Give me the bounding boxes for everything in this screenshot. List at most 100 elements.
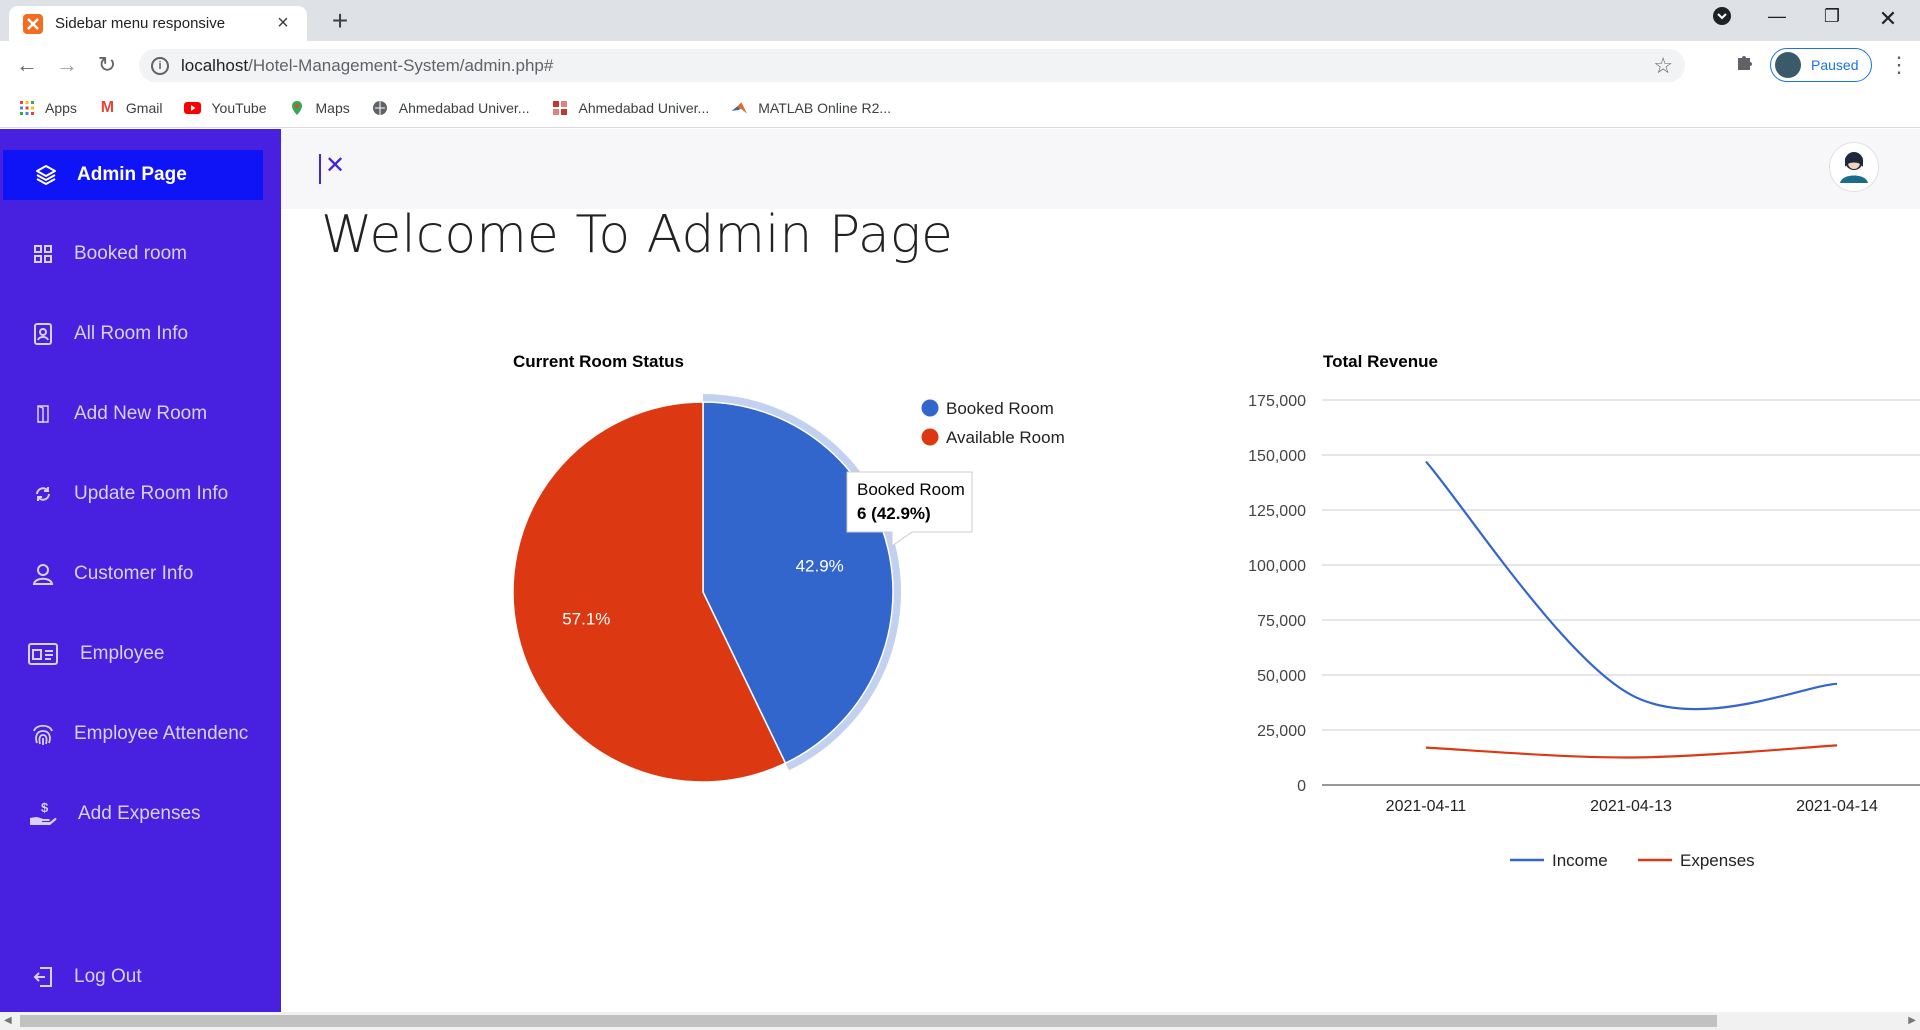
y-tick-label: 125,000 — [1248, 503, 1306, 520]
scroll-right-icon[interactable]: ▶ — [1908, 1015, 1916, 1026]
sidebar-item-admin-page[interactable]: Admin Page — [3, 150, 263, 200]
profile-status: Paused — [1811, 57, 1859, 73]
refresh-icon — [28, 485, 58, 503]
forward-icon[interactable]: → — [53, 51, 81, 79]
layers-icon — [31, 163, 61, 187]
youtube-icon — [184, 99, 202, 116]
new-tab-button[interactable]: + — [325, 6, 355, 36]
tab-title: Sidebar menu responsive — [55, 15, 226, 32]
sidebar-item-add-new-room[interactable]: Add New Room — [0, 389, 260, 439]
bookmark-ahmedabad-1[interactable]: Ahmedabad Univer... — [372, 99, 529, 116]
main-topbar: ✕ — [281, 129, 1920, 209]
bookmark-maps[interactable]: Maps — [289, 99, 350, 116]
sidebar-item-all-room-info[interactable]: All Room Info — [0, 309, 260, 359]
x-tick-label: 2021-04-13 — [1590, 798, 1672, 815]
bookmark-youtube[interactable]: YouTube — [184, 99, 267, 116]
hand-money-icon: $ — [28, 801, 58, 827]
fingerprint-icon — [28, 721, 58, 747]
series-line — [1425, 460, 1838, 711]
legend-marker — [921, 428, 939, 446]
restore-icon[interactable]: ❐ — [1812, 6, 1852, 27]
door-icon — [28, 404, 58, 424]
legend-label: Expenses — [1680, 851, 1755, 870]
url-path: /Hotel-Management-System/admin.php# — [248, 55, 554, 75]
tooltip-value: 6 (42.9%) — [857, 504, 931, 523]
pie-chart-title: Current Room Status — [513, 352, 684, 371]
line-chart-title: Total Revenue — [1323, 352, 1438, 371]
browser-toolbar: ← → ↻ i localhost/Hotel-Management-Syste… — [0, 41, 1920, 88]
sidebar-item-employee-attendance[interactable]: Employee Attendenc — [0, 709, 260, 759]
series-line — [1425, 744, 1838, 759]
sidebar: Admin Page Booked room All Room Info Add… — [0, 129, 281, 1012]
y-tick-label: 150,000 — [1248, 448, 1306, 465]
maps-icon — [289, 99, 306, 116]
y-tick-label: 100,000 — [1248, 558, 1306, 575]
bookmark-label: YouTube — [211, 99, 267, 116]
sidebar-item-employee[interactable]: Employee — [0, 629, 260, 679]
matlab-icon — [731, 99, 748, 116]
sidebar-item-customer-info[interactable]: Customer Info — [0, 549, 260, 599]
y-tick-label: 25,000 — [1257, 723, 1306, 740]
tab-close-icon[interactable]: × — [273, 12, 293, 35]
admin-avatar[interactable] — [1829, 142, 1879, 192]
sidebar-item-label: Update Room Info — [74, 483, 229, 504]
y-tick-label: 75,000 — [1257, 613, 1306, 630]
revenue-line-chart[interactable]: 0 25,000 50,000 75,000 100,000 125,000 150,000… — [1220, 380, 1920, 880]
extensions-puzzle-icon[interactable] — [1735, 52, 1755, 78]
profile-button[interactable]: Paused — [1770, 48, 1872, 82]
toggle-divider — [319, 154, 321, 184]
scrollbar-thumb[interactable] — [20, 1015, 1717, 1027]
pie-slice-label: 42.9% — [796, 556, 844, 575]
bookmark-label: MATLAB Online R2... — [758, 99, 892, 116]
bookmark-apps[interactable]: Apps — [18, 99, 77, 116]
user-icon — [28, 562, 58, 586]
bookmark-label: Maps — [315, 99, 350, 116]
reload-icon[interactable]: ↻ — [93, 51, 121, 79]
sidebar-item-label: All Room Info — [74, 323, 189, 344]
bookmark-gmail[interactable]: M Gmail — [99, 99, 163, 116]
sidebar-item-add-expenses[interactable]: $ Add Expenses — [0, 789, 260, 839]
bookmark-label: Apps — [45, 99, 77, 116]
sidebar-item-update-room-info[interactable]: Update Room Info — [0, 469, 260, 519]
room-status-pie-chart[interactable]: 42.9% 57.1% Booked Room Available Room Booke… — [500, 380, 1120, 800]
university-icon — [551, 99, 568, 116]
globe-icon — [372, 99, 389, 116]
horizontal-scrollbar[interactable]: ◀ ▶ — [0, 1012, 1920, 1030]
y-tick-label: 50,000 — [1257, 668, 1306, 685]
browser-tab[interactable]: Sidebar menu responsive × — [9, 6, 307, 41]
sidebar-toggle-close-icon[interactable]: ✕ — [325, 151, 345, 180]
site-info-icon[interactable]: i — [151, 56, 169, 75]
y-tick-label: 175,000 — [1248, 393, 1306, 410]
bookmark-matlab[interactable]: MATLAB Online R2... — [731, 99, 891, 116]
scroll-left-icon[interactable]: ◀ — [4, 1015, 12, 1026]
legend-marker — [921, 399, 939, 417]
id-card-icon — [28, 643, 58, 665]
sidebar-item-label: Employee Attendenc — [74, 723, 249, 744]
browser-tab-strip: Sidebar menu responsive × + — ❐ ✕ — [0, 0, 1920, 41]
logout-button[interactable]: Log Out — [0, 952, 260, 1002]
bookmarks-bar: Apps M Gmail YouTube Maps Ahmedabad Univ… — [0, 88, 1920, 128]
bookmark-label: Gmail — [125, 99, 163, 116]
bookmark-star-icon[interactable]: ☆ — [1653, 53, 1673, 79]
x-tick-label: 2021-04-11 — [1386, 798, 1467, 815]
sidebar-item-label: Employee — [80, 643, 165, 664]
svg-text:$: $ — [41, 801, 49, 815]
address-bar[interactable]: i localhost/Hotel-Management-System/admi… — [139, 49, 1685, 82]
apps-grid-icon — [18, 99, 35, 116]
bookmark-ahmedabad-2[interactable]: Ahmedabad Univer... — [551, 99, 709, 116]
xampp-favicon-icon — [23, 13, 43, 34]
logout-label: Log Out — [74, 966, 142, 987]
menu-kebab-icon[interactable]: ⋮ — [1888, 52, 1910, 78]
legend-label: Booked Room — [946, 399, 1054, 418]
sidebar-item-label: Add Expenses — [78, 803, 201, 824]
pie-slice-label: 57.1% — [562, 610, 610, 629]
tab-search-icon[interactable] — [1702, 6, 1742, 31]
minimize-icon[interactable]: — — [1757, 6, 1797, 27]
profile-avatar — [1775, 52, 1801, 78]
gmail-icon: M — [100, 98, 115, 116]
legend-label: Income — [1552, 851, 1608, 870]
back-icon[interactable]: ← — [13, 51, 41, 79]
bookmark-label: Ahmedabad Univer... — [578, 99, 710, 116]
close-window-icon[interactable]: ✕ — [1868, 6, 1908, 32]
sidebar-item-booked-room[interactable]: Booked room — [0, 229, 260, 279]
